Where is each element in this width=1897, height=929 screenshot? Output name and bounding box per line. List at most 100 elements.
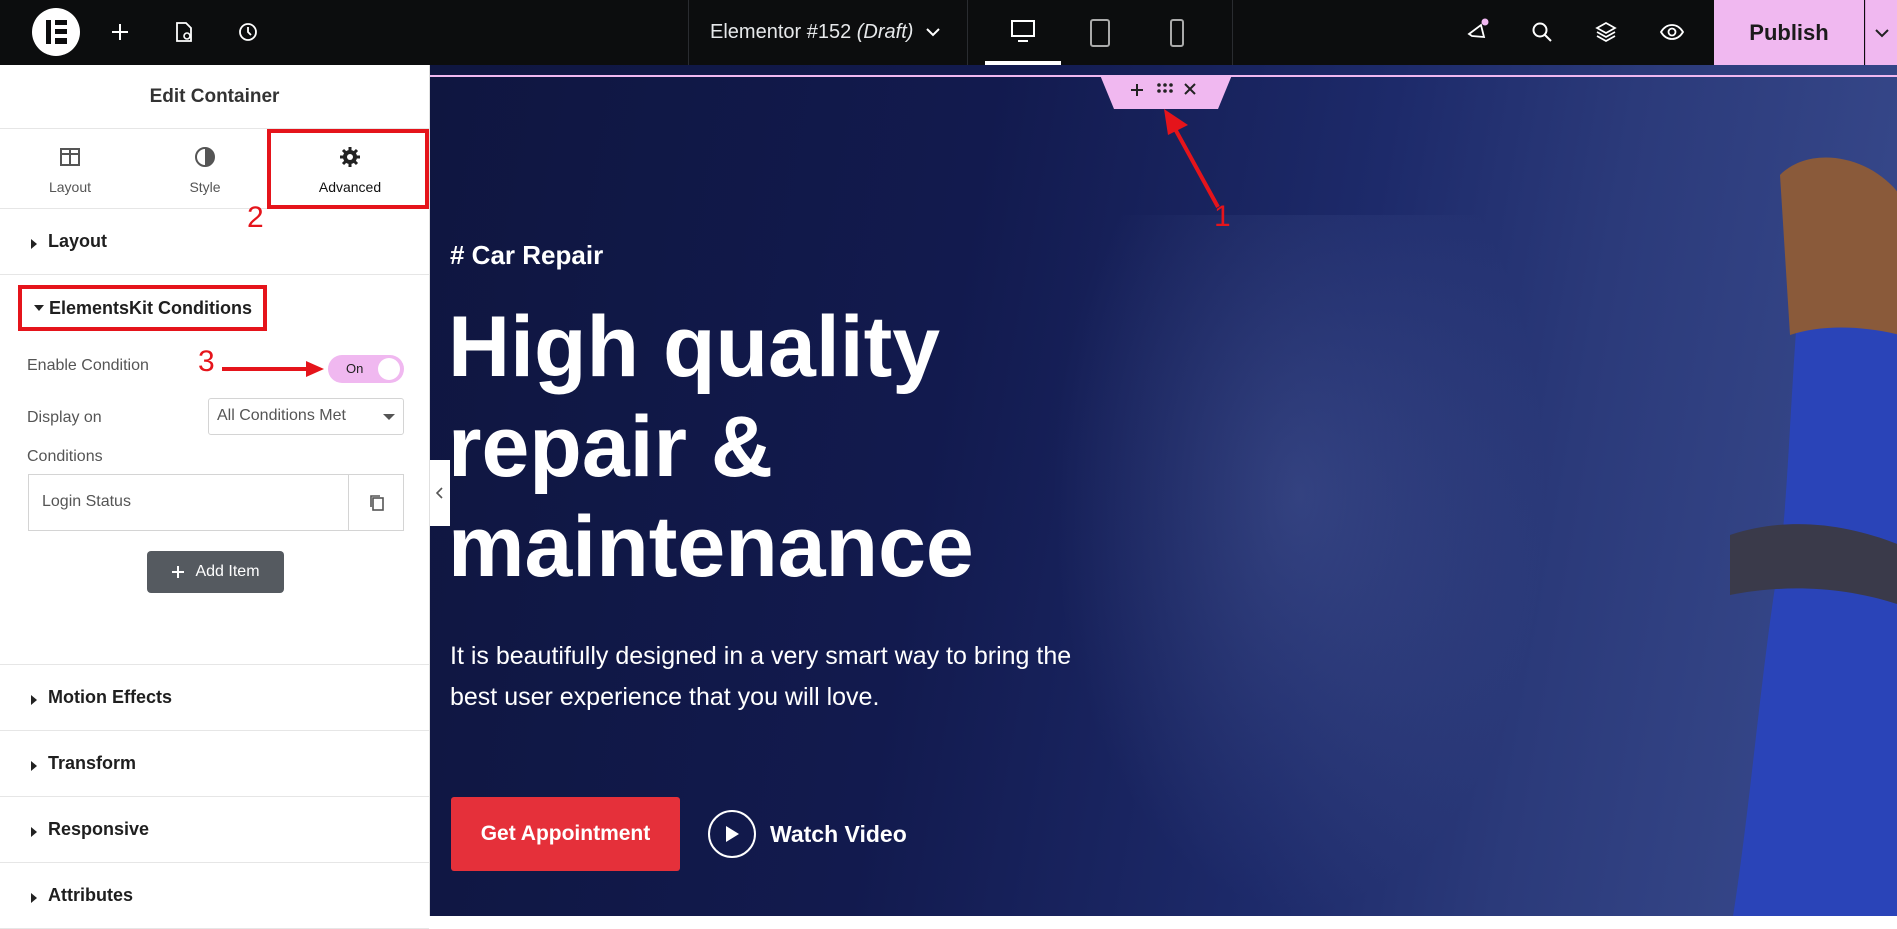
watch-video-label: Watch Video — [770, 820, 907, 847]
top-bar: Elementor #152 (Draft) Publish — [0, 0, 1897, 65]
mobile-view-button[interactable] — [1139, 0, 1215, 65]
document-title: Elementor #152 — [710, 21, 852, 43]
panel-title: Edit Container — [0, 65, 429, 129]
copy-icon — [369, 494, 384, 511]
caret-right-icon — [31, 239, 37, 249]
section-responsive[interactable]: Responsive — [0, 797, 429, 863]
get-appointment-button[interactable]: Get Appointment — [451, 797, 680, 871]
condition-item[interactable]: Login Status — [28, 474, 404, 531]
tab-label: Layout — [48, 179, 92, 195]
section-title: ElementsKit Conditions — [49, 298, 253, 318]
section-transform[interactable]: Transform — [0, 731, 429, 797]
half-circle-icon — [195, 147, 215, 167]
section-attributes[interactable]: Attributes — [0, 863, 429, 929]
desktop-view-button[interactable] — [985, 0, 1061, 65]
columns-icon — [60, 148, 80, 166]
chevron-left-icon — [436, 487, 443, 499]
document-title-dropdown[interactable]: Elementor #152 (Draft) — [710, 0, 941, 65]
drag-handle-icon — [1157, 83, 1173, 93]
enable-condition-label: Enable Condition — [27, 357, 149, 374]
history-icon — [239, 23, 257, 41]
annotation-number-3: 3 — [198, 345, 215, 378]
preview-button[interactable] — [1656, 16, 1688, 48]
hero-subtitle: It is beautifully designed in a very sma… — [450, 636, 1170, 718]
annotation-box-advanced — [267, 129, 429, 209]
history-button[interactable] — [232, 16, 264, 48]
section-title: Attributes — [48, 885, 133, 905]
hero-subtitle-line: It is beautifully designed in a very sma… — [450, 642, 1072, 670]
eye-icon — [1659, 24, 1685, 40]
caret-right-icon — [31, 827, 37, 837]
add-item-button[interactable]: Add Item — [147, 551, 284, 593]
annotation-number-1: 1 — [1214, 200, 1231, 233]
drag-container-button[interactable] — [1156, 83, 1176, 103]
document-status: (Draft) — [856, 21, 914, 43]
conditions-label: Conditions — [27, 448, 103, 465]
desktop-icon — [1011, 19, 1035, 42]
caret-right-icon — [31, 893, 37, 903]
mobile-icon — [1170, 18, 1184, 47]
section-title: Motion Effects — [48, 687, 172, 707]
search-icon — [1532, 22, 1552, 42]
search-button[interactable] — [1526, 16, 1558, 48]
condition-item-label: Login Status — [42, 493, 131, 510]
tab-label: Style — [189, 179, 221, 195]
layers-icon — [1595, 22, 1617, 42]
caret-right-icon — [31, 761, 37, 771]
section-title: Transform — [48, 753, 137, 773]
page-settings-button[interactable] — [168, 16, 200, 48]
add-element-button[interactable] — [104, 16, 136, 48]
play-icon — [708, 810, 756, 858]
notifications-button[interactable] — [1462, 16, 1494, 48]
duplicate-button[interactable] — [348, 475, 404, 530]
panel-tabs: Layout Style Advanced 2 — [0, 129, 429, 234]
plus-icon — [112, 24, 128, 40]
display-on-label: Display on — [27, 409, 102, 426]
hero-subtitle-line: best user experience that you will love. — [450, 683, 880, 711]
hero-title-line: High quality — [448, 299, 941, 395]
section-elementskit-conditions: ElementsKit Conditions Enable Condition … — [0, 275, 429, 665]
add-item-label: Add Item — [195, 563, 260, 580]
editor-canvas[interactable]: 1 # Car Repair High quality repair & mai… — [430, 65, 1897, 916]
caret-down-icon — [383, 414, 395, 420]
annotation-arrow-3 — [222, 361, 324, 377]
annotation-arrow-1 — [1164, 109, 1220, 208]
watch-video-link[interactable]: Watch Video — [708, 809, 907, 859]
toggle-knob — [378, 358, 400, 380]
hero-title: High quality repair & maintenance — [448, 297, 1068, 597]
section-motion-effects[interactable]: Motion Effects — [0, 665, 429, 731]
section-title: Layout — [48, 231, 108, 251]
hero-title-line: repair & — [448, 399, 774, 495]
tablet-view-button[interactable] — [1062, 0, 1138, 65]
divider — [967, 0, 968, 65]
chevron-down-icon — [1874, 28, 1889, 37]
enable-condition-toggle[interactable]: On — [328, 355, 404, 383]
chevron-down-icon — [926, 28, 940, 37]
tab-layout[interactable]: Layout — [0, 129, 140, 209]
navigator-button[interactable] — [1590, 16, 1622, 48]
delete-container-button[interactable] — [1184, 83, 1204, 103]
close-icon — [1184, 83, 1196, 95]
editor-panel: Edit Container Layout Style Advanced 2 L… — [0, 65, 430, 929]
collapse-panel-button[interactable] — [430, 460, 450, 526]
plus-icon — [172, 566, 185, 578]
elementor-logo-button[interactable] — [32, 8, 80, 56]
publish-options-button[interactable] — [1865, 0, 1897, 65]
background-photo — [1050, 215, 1550, 915]
section-title: Responsive — [48, 819, 150, 839]
tab-style[interactable]: Style — [135, 129, 275, 209]
plus-icon — [1131, 84, 1143, 96]
divider — [1232, 0, 1233, 65]
divider — [688, 0, 689, 65]
add-container-button[interactable] — [1130, 83, 1150, 103]
toggle-label: On — [346, 361, 364, 376]
hero-eyebrow: # Car Repair — [450, 240, 604, 270]
elementskit-conditions-header[interactable]: ElementsKit Conditions — [18, 285, 267, 331]
display-on-select[interactable]: All Conditions Met — [208, 398, 404, 435]
megaphone-icon — [1467, 18, 1489, 39]
publish-button[interactable]: Publish — [1714, 0, 1864, 65]
section-layout[interactable]: Layout — [0, 209, 429, 275]
tablet-icon — [1090, 18, 1110, 47]
hero-title-line: maintenance — [448, 499, 974, 595]
select-value: All Conditions Met — [217, 407, 346, 424]
